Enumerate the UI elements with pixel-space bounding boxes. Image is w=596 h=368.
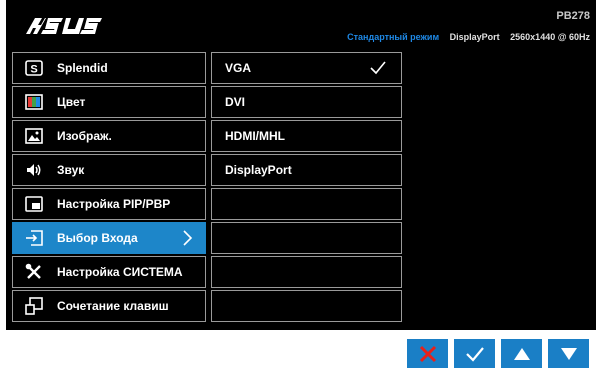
shortcut-icon (23, 297, 45, 315)
splendid-icon: S (23, 59, 45, 77)
svg-text:S: S (30, 64, 37, 76)
close-icon (419, 345, 436, 362)
color-icon (23, 93, 45, 111)
submenu-item-empty (211, 222, 402, 254)
menu-item-shortcut[interactable]: Сочетание клавиш (12, 290, 206, 322)
check-icon (465, 346, 484, 362)
submenu-item-label: VGA (225, 61, 252, 75)
resolution-label: 2560x1440 @ 60Hz (510, 32, 590, 42)
up-arrow-icon (513, 347, 530, 360)
submenu-item-displayport[interactable]: DisplayPort (211, 154, 402, 186)
input-submenu: VGA DVI HDMI/MHL DisplayPort (211, 51, 402, 327)
osd-panel: PB278 Стандартный режим DisplayPort 2560… (6, 0, 596, 330)
down-arrow-icon (560, 347, 577, 360)
menu-item-label: Цвет (57, 95, 86, 109)
submenu-item-empty (211, 256, 402, 288)
menu-item-color[interactable]: Цвет (12, 86, 206, 118)
tools-icon (23, 263, 45, 281)
close-button[interactable] (407, 339, 448, 368)
up-button[interactable] (501, 339, 542, 368)
submenu-item-empty (211, 290, 402, 322)
menu-item-sound[interactable]: Звук (12, 154, 206, 186)
asus-logo (26, 18, 102, 34)
model-label: PB278 (556, 10, 590, 22)
menu-item-label: Выбор Входа (57, 231, 138, 245)
main-menu: S Splendid Цвет Изображ. Звук Настройка … (12, 51, 206, 327)
down-button[interactable] (548, 339, 589, 368)
submenu-item-label: DisplayPort (225, 163, 292, 177)
status-line: Стандартный режим DisplayPort 2560x1440 … (347, 32, 590, 42)
menu-item-input-select[interactable]: Выбор Входа (12, 222, 206, 254)
menu-item-label: Splendid (57, 61, 108, 75)
submenu-item-label: HDMI/MHL (225, 129, 285, 143)
submenu-item-vga[interactable]: VGA (211, 52, 402, 84)
chevron-right-icon (183, 230, 193, 246)
menu-item-label: Изображ. (57, 129, 112, 143)
menu-item-splendid[interactable]: S Splendid (12, 52, 206, 84)
submenu-item-hdmi-mhl[interactable]: HDMI/MHL (211, 120, 402, 152)
mode-label: Стандартный режим (347, 32, 440, 42)
menu-item-system[interactable]: Настройка СИСТЕМА (12, 256, 206, 288)
port-label: DisplayPort (449, 32, 500, 42)
menu-item-image[interactable]: Изображ. (12, 120, 206, 152)
image-icon (23, 127, 45, 145)
submenu-item-dvi[interactable]: DVI (211, 86, 402, 118)
confirm-button[interactable] (454, 339, 495, 368)
menu-item-label: Настройка PIP/PBP (57, 197, 171, 211)
menu-item-label: Сочетание клавиш (57, 299, 169, 313)
speaker-icon (23, 161, 45, 179)
menu-item-label: Звук (57, 163, 85, 177)
selected-check-icon (370, 61, 386, 75)
menu-item-pip-pbp[interactable]: Настройка PIP/PBP (12, 188, 206, 220)
input-select-icon (23, 229, 45, 247)
submenu-item-empty (211, 188, 402, 220)
menu-item-label: Настройка СИСТЕМА (57, 265, 183, 279)
submenu-item-label: DVI (225, 95, 246, 109)
pip-icon (23, 195, 45, 213)
